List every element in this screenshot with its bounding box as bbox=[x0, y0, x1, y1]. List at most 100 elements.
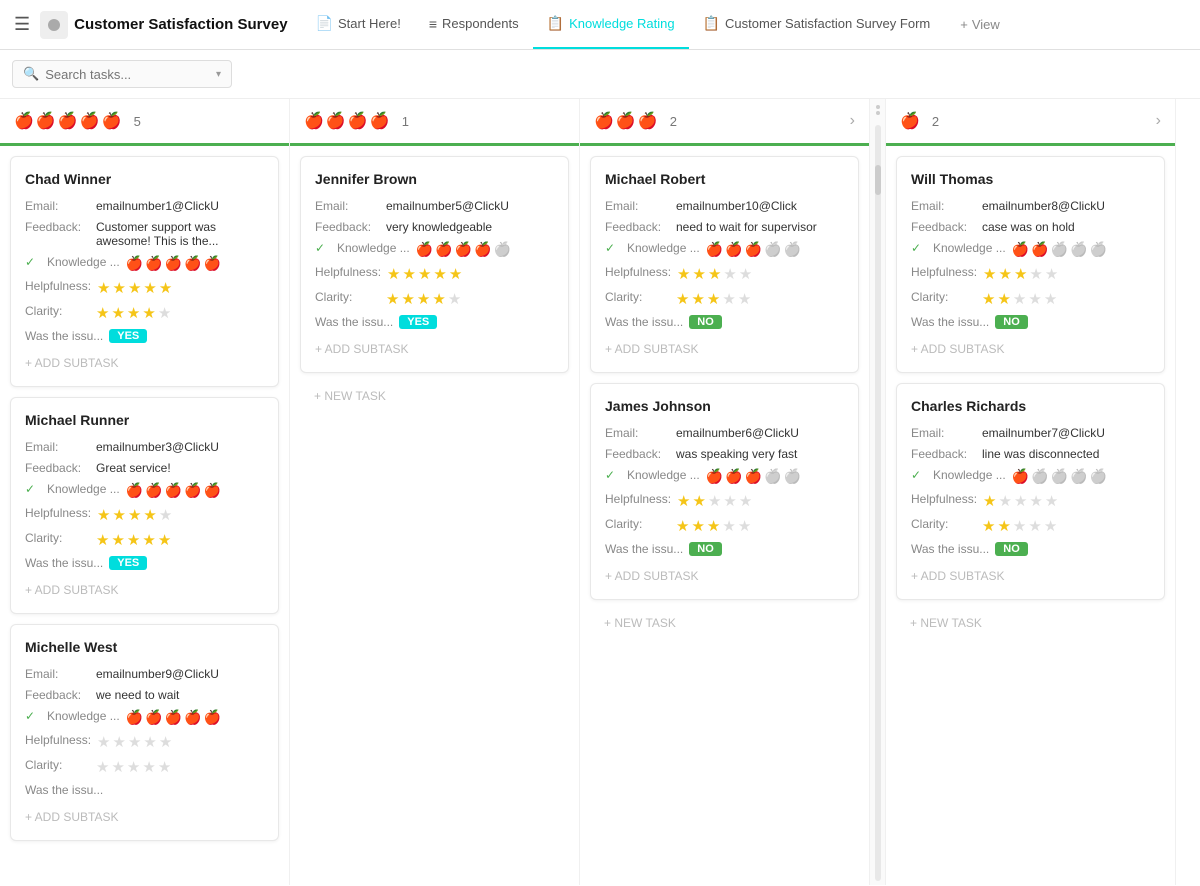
star-rating: ★★★★★ bbox=[96, 531, 171, 549]
add-subtask-button[interactable]: + ADD SUBTASK bbox=[25, 350, 264, 372]
add-subtask-button[interactable]: + ADD SUBTASK bbox=[911, 336, 1150, 358]
apple-icon: 🍎 bbox=[14, 111, 34, 131]
star-filled: ★ bbox=[433, 265, 446, 283]
star-rating: ★★★★★ bbox=[96, 304, 171, 322]
add-subtask-button[interactable]: + ADD SUBTASK bbox=[25, 804, 264, 826]
was-issue-field: Was the issu... YES bbox=[25, 556, 264, 570]
add-subtask-button[interactable]: + ADD SUBTASK bbox=[315, 336, 554, 358]
add-subtask-button[interactable]: + ADD SUBTASK bbox=[605, 336, 844, 358]
check-icon: ✓ bbox=[605, 468, 619, 482]
new-task-button[interactable]: + NEW TASK bbox=[300, 383, 569, 405]
email-value: emailnumber9@ClickU bbox=[96, 667, 264, 681]
knowledge-label: Knowledge ... bbox=[627, 241, 700, 255]
new-task-button[interactable]: + NEW TASK bbox=[896, 610, 1165, 632]
helpfulness-label: Helpfulness: bbox=[911, 265, 977, 279]
tab-respondents[interactable]: ≡ Respondents bbox=[415, 0, 533, 49]
apple-icon: 🍎 bbox=[435, 241, 452, 258]
column-apple-icons: 🍎🍎🍎🍎🍎 bbox=[14, 111, 122, 131]
email-value: emailnumber8@ClickU bbox=[982, 199, 1150, 213]
column-header: 🍎🍎🍎 2 › bbox=[580, 99, 869, 146]
apple-icon: 🍎 bbox=[745, 468, 762, 485]
apple-icon: 🍎 bbox=[725, 241, 742, 258]
helpfulness-label: Helpfulness: bbox=[315, 265, 381, 279]
knowledge-field: ✓ Knowledge ... 🍎🍎🍎🍎🍎 bbox=[605, 241, 844, 258]
tab-survey-form-label: Customer Satisfaction Survey Form bbox=[725, 16, 930, 31]
tab-knowledge[interactable]: 📋 Knowledge Rating bbox=[533, 0, 689, 49]
clarity-field: Clarity: ★★★★★ bbox=[605, 517, 844, 535]
survey-form-icon: 📋 bbox=[703, 15, 720, 32]
view-label: View bbox=[972, 17, 1000, 32]
email-field: Email: emailnumber6@ClickU bbox=[605, 426, 844, 440]
scrollbar-track[interactable] bbox=[875, 125, 881, 881]
apple-icon: 🍎 bbox=[58, 111, 78, 131]
knowledge-field: ✓ Knowledge ... 🍎🍎🍎🍎🍎 bbox=[911, 468, 1150, 485]
star-rating: ★★★★★ bbox=[96, 758, 171, 776]
star-filled: ★ bbox=[158, 531, 171, 549]
feedback-label: Feedback: bbox=[605, 447, 670, 461]
email-field: Email: emailnumber7@ClickU bbox=[911, 426, 1150, 440]
column-arrow-icon[interactable]: › bbox=[850, 112, 855, 130]
clarity-field: Clarity: ★★★★★ bbox=[605, 290, 844, 308]
email-field: Email: emailnumber10@Click bbox=[605, 199, 844, 213]
apple-icon: 🍎 bbox=[165, 255, 182, 272]
add-subtask-button[interactable]: + ADD SUBTASK bbox=[911, 563, 1150, 585]
scrollbar-thumb[interactable] bbox=[875, 165, 881, 195]
check-icon: ✓ bbox=[605, 241, 619, 255]
apple-icon: 🍎 bbox=[326, 111, 346, 131]
helpfulness-field: Helpfulness: ★★★★★ bbox=[605, 265, 844, 283]
column-separator bbox=[870, 99, 886, 885]
star-empty: ★ bbox=[113, 733, 126, 751]
star-empty: ★ bbox=[1028, 517, 1041, 535]
feedback-value: line was disconnected bbox=[982, 447, 1150, 461]
dot bbox=[876, 105, 880, 109]
star-empty: ★ bbox=[448, 290, 461, 308]
no-badge: NO bbox=[689, 315, 722, 329]
column-count: 1 bbox=[402, 114, 409, 129]
column-arrow-icon[interactable]: › bbox=[1156, 112, 1161, 130]
add-subtask-button[interactable]: + ADD SUBTASK bbox=[605, 563, 844, 585]
tab-survey-form[interactable]: 📋 Customer Satisfaction Survey Form bbox=[689, 0, 945, 49]
star-empty: ★ bbox=[1029, 492, 1042, 510]
star-filled: ★ bbox=[127, 531, 140, 549]
apple-icon: 🍎 bbox=[203, 709, 220, 726]
email-label: Email: bbox=[25, 440, 90, 454]
clarity-field: Clarity: ★★★★★ bbox=[911, 517, 1150, 535]
star-empty: ★ bbox=[739, 492, 752, 510]
new-task-button[interactable]: + NEW TASK bbox=[590, 610, 859, 632]
star-rating: ★★★★★ bbox=[982, 290, 1057, 308]
search-input[interactable] bbox=[45, 67, 185, 82]
feedback-field: Feedback: was speaking very fast bbox=[605, 447, 844, 461]
hamburger-icon[interactable]: ☰ bbox=[10, 10, 34, 39]
apple-icon-empty: 🍎 bbox=[783, 241, 800, 258]
star-empty: ★ bbox=[999, 492, 1012, 510]
search-icon: 🔍 bbox=[23, 66, 39, 82]
clarity-label: Clarity: bbox=[25, 304, 90, 318]
kanban-board: 🍎🍎🍎🍎🍎 5 Chad Winner Email: emailnumber1@… bbox=[0, 99, 1200, 885]
star-empty: ★ bbox=[127, 758, 140, 776]
search-wrapper[interactable]: 🔍 ▾ bbox=[12, 60, 232, 88]
apple-icon-empty: 🍎 bbox=[1089, 468, 1106, 485]
add-subtask-button[interactable]: + ADD SUBTASK bbox=[25, 577, 264, 599]
task-card: Will Thomas Email: emailnumber8@ClickU F… bbox=[896, 156, 1165, 373]
feedback-field: Feedback: need to wait for supervisor bbox=[605, 220, 844, 234]
feedback-label: Feedback: bbox=[911, 220, 976, 234]
apple-icon-empty: 🍎 bbox=[1070, 468, 1087, 485]
star-filled: ★ bbox=[983, 265, 996, 283]
apple-icon-empty: 🍎 bbox=[764, 241, 781, 258]
dot bbox=[876, 111, 880, 115]
tab-start[interactable]: 📄 Start Here! bbox=[302, 0, 415, 49]
clarity-field: Clarity: ★★★★★ bbox=[315, 290, 554, 308]
task-name: Michelle West bbox=[25, 639, 264, 655]
add-view-button[interactable]: + View bbox=[950, 17, 1010, 32]
email-value: emailnumber10@Click bbox=[676, 199, 844, 213]
apple-icon: 🍎 bbox=[594, 111, 614, 131]
knowledge-label: Knowledge ... bbox=[337, 241, 410, 255]
apple-icon-empty: 🍎 bbox=[764, 468, 781, 485]
star-empty: ★ bbox=[158, 758, 171, 776]
email-value: emailnumber5@ClickU bbox=[386, 199, 554, 213]
feedback-value: we need to wait bbox=[96, 688, 264, 702]
star-empty: ★ bbox=[708, 492, 721, 510]
check-icon: ✓ bbox=[911, 241, 925, 255]
star-filled: ★ bbox=[676, 290, 689, 308]
star-filled: ★ bbox=[982, 517, 995, 535]
